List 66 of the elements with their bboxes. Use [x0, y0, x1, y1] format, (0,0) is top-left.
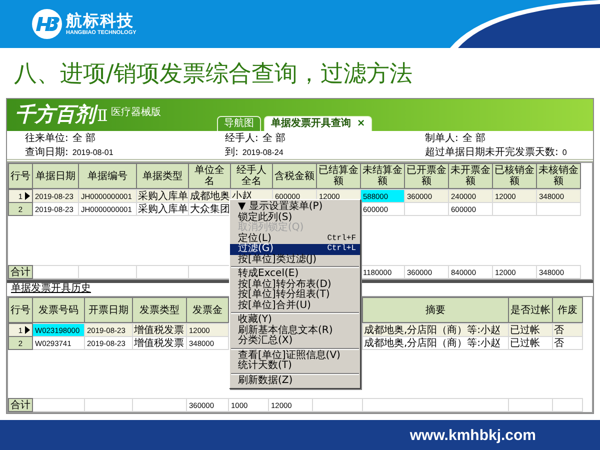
close-button[interactable]: ×: [356, 118, 366, 130]
website-url: www.kmhbkj.com: [410, 426, 536, 444]
menu-item[interactable]: 按[单位]合并(U): [230, 300, 360, 311]
column-header: 已开票金额: [404, 164, 448, 188]
column-header: 摘要: [362, 298, 508, 322]
field-value: 2019-08-01: [72, 146, 114, 158]
menu-item[interactable]: ▼ 显示设置菜单(P): [230, 202, 360, 212]
menu-item[interactable]: 过滤(G) Ctrl+L: [230, 244, 360, 254]
field-value: 全 部: [462, 132, 486, 144]
field-label: 到:: [225, 146, 238, 158]
total-label: 合计: [8, 398, 32, 412]
column-header: 开票日期: [84, 298, 132, 322]
menu-item[interactable]: 收藏(Y): [230, 315, 360, 326]
table-cell: 否: [552, 324, 582, 336]
field-value: 全 部: [72, 132, 96, 144]
field-value: 全 部: [262, 132, 286, 144]
field-label: 查询日期:: [25, 146, 68, 158]
field-label: 往来单位:: [25, 132, 68, 144]
column-header: 单据编号: [78, 164, 136, 188]
menu-item[interactable]: 按[单位]类过滤(J): [230, 254, 360, 265]
column-header: 行号: [8, 298, 32, 322]
table-cell: 已过帐: [508, 336, 552, 350]
column-header: 含税金额: [272, 164, 316, 188]
table-cell: 否: [552, 336, 582, 350]
column-header: 已核销金额: [492, 164, 536, 188]
field-value: 2019-08-24: [242, 146, 284, 158]
column-header: 发票号码: [32, 298, 84, 322]
field-label: 经手人:: [225, 132, 258, 144]
field-label: 制单人:: [425, 132, 458, 144]
column-header: 单据类型: [136, 164, 188, 188]
field-label: 超过单据日期未开完发票天数:: [425, 146, 558, 158]
column-header: 经手人全名: [230, 164, 272, 188]
version-numeral: Ⅱ: [97, 106, 108, 127]
brand-name: 航标科技: [66, 12, 135, 30]
column-header: 作废: [552, 298, 582, 322]
column-header: 未开票金额: [448, 164, 492, 188]
edition-label: 医疗器械版: [110, 107, 161, 119]
menu-item[interactable]: 转成Excel(E): [230, 269, 360, 280]
table-cell: 增值税发票: [132, 324, 186, 336]
column-header: 未结算金额: [360, 164, 404, 188]
table-cell: 成都地奥: [188, 190, 230, 202]
column-header: 单位全名: [188, 164, 230, 188]
menu-item[interactable]: 定位(L) Ctrl+F: [230, 234, 360, 244]
column-header: 已结算金额: [316, 164, 360, 188]
menu-item[interactable]: 分类汇总(X): [230, 336, 360, 346]
column-header: 发票金: [186, 298, 228, 322]
menu-item[interactable]: 刷新基本信息文本(R): [230, 326, 360, 336]
tab[interactable]: 单据发票开具查询 ×: [264, 116, 372, 131]
field-value: 0: [562, 146, 567, 158]
column-header: 发票类型: [132, 298, 186, 322]
section-title: 单据发票开具历史: [11, 283, 91, 296]
menu-item[interactable]: 按[单位]转分布表(D): [230, 280, 360, 290]
column-header: 行号: [8, 164, 32, 188]
menu-item[interactable]: 按[单位]转分组表(T): [230, 290, 360, 300]
menu-item[interactable]: 查看[单位]证照信息(V): [230, 350, 360, 361]
logo-icon: [32, 9, 62, 39]
column-header: 未核销金额: [536, 164, 580, 188]
total-label: 合计: [8, 266, 32, 278]
page-title: 八、进项/销项发票综合查询，过滤方法: [13, 60, 414, 88]
table-cell: 增值税发票: [132, 336, 186, 350]
column-header: 是否过帐: [508, 298, 552, 322]
menu-item[interactable]: 统计天数(T): [230, 361, 360, 372]
menu-item[interactable]: 锁定此列(S): [230, 212, 360, 223]
menu-item[interactable]: 刷新数据(Z): [230, 376, 360, 386]
column-header: 单据日期: [32, 164, 78, 188]
table-cell: 已过帐: [508, 324, 552, 336]
